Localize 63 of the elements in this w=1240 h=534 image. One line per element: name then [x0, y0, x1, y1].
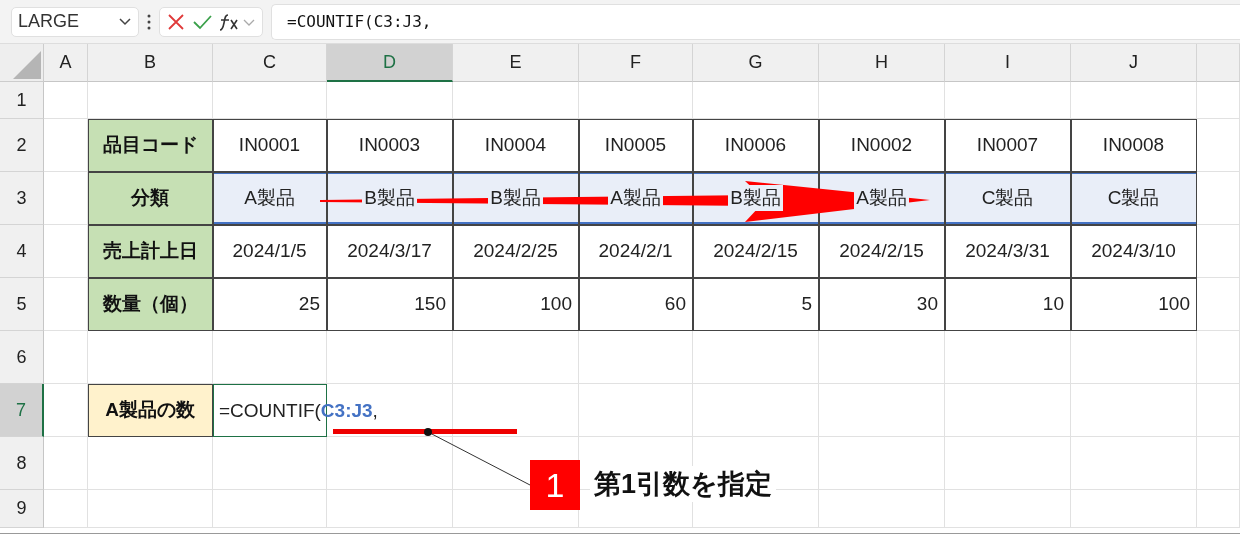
table-cell: 5: [693, 278, 819, 331]
chevron-icon: [118, 16, 132, 27]
column-header[interactable]: D: [327, 44, 453, 82]
table-cell: 2024/1/5: [213, 225, 327, 278]
function-icon[interactable]: [219, 11, 256, 32]
more-icon[interactable]: [147, 13, 151, 30]
row-header[interactable]: 4: [0, 225, 44, 278]
table-cell: 2024/3/10: [1071, 225, 1197, 278]
table-cell: IN0004: [453, 119, 579, 172]
step-number: 1: [530, 460, 580, 510]
table-cell: IN0007: [945, 119, 1071, 172]
table-cell: A製品: [213, 172, 327, 225]
column-header[interactable]: E: [453, 44, 579, 82]
table-cell: 売上計上日: [88, 225, 213, 278]
row-header[interactable]: 7: [0, 384, 44, 437]
callout-text: 第1引数を指定: [590, 466, 777, 502]
column-header[interactable]: H: [819, 44, 945, 82]
table-cell: 2024/2/15: [819, 225, 945, 278]
table-cell: B製品: [327, 172, 453, 225]
column-header[interactable]: B: [88, 44, 213, 82]
table-cell: 2024/3/17: [327, 225, 453, 278]
table-cell: 2024/3/31: [945, 225, 1071, 278]
table-cell: 30: [819, 278, 945, 331]
column-header[interactable]: I: [945, 44, 1071, 82]
row-header[interactable]: 2: [0, 119, 44, 172]
name-box[interactable]: LARGE: [11, 6, 139, 37]
table-cell: IN0003: [327, 119, 453, 172]
row-header[interactable]: 6: [0, 331, 44, 384]
table-cell: A製品の数: [88, 384, 213, 437]
table-cell: A製品: [579, 172, 693, 225]
table-cell: 2024/2/25: [453, 225, 579, 278]
row-header[interactable]: 9: [0, 490, 44, 528]
table-cell: 数量（個）: [88, 278, 213, 331]
table-cell: IN0001: [213, 119, 327, 172]
column-header[interactable]: C: [213, 44, 327, 82]
table-cell: IN0002: [819, 119, 945, 172]
table-cell: 10: [945, 278, 1071, 331]
column-header[interactable]: G: [693, 44, 819, 82]
table-cell: B製品: [453, 172, 579, 225]
table-cell: 100: [1071, 278, 1197, 331]
table-cell: 60: [579, 278, 693, 331]
row-header[interactable]: 3: [0, 172, 44, 225]
table-cell: 2024/2/1: [579, 225, 693, 278]
table-cell: IN0008: [1071, 119, 1197, 172]
table-cell: 品目コード: [88, 119, 213, 172]
row-header[interactable]: 5: [0, 278, 44, 331]
column-header[interactable]: F: [579, 44, 693, 82]
row-header[interactable]: 1: [0, 82, 44, 119]
table-cell: C製品: [945, 172, 1071, 225]
table-cell: IN0006: [693, 119, 819, 172]
table-cell: 150: [327, 278, 453, 331]
row-header[interactable]: 8: [0, 437, 44, 490]
table-cell: 分類: [88, 172, 213, 225]
table-cell: 100: [453, 278, 579, 331]
column-header[interactable]: J: [1071, 44, 1197, 82]
formula-field[interactable]: =COUNTIF(C3:J3,: [271, 3, 1240, 40]
cancel-icon[interactable]: [166, 12, 185, 31]
table-cell: 2024/2/15: [693, 225, 819, 278]
table-cell: IN0005: [579, 119, 693, 172]
check-icon[interactable]: [192, 13, 212, 30]
column-header[interactable]: A: [44, 44, 88, 82]
table-cell: 25: [213, 278, 327, 331]
table-cell: C製品: [1071, 172, 1197, 225]
